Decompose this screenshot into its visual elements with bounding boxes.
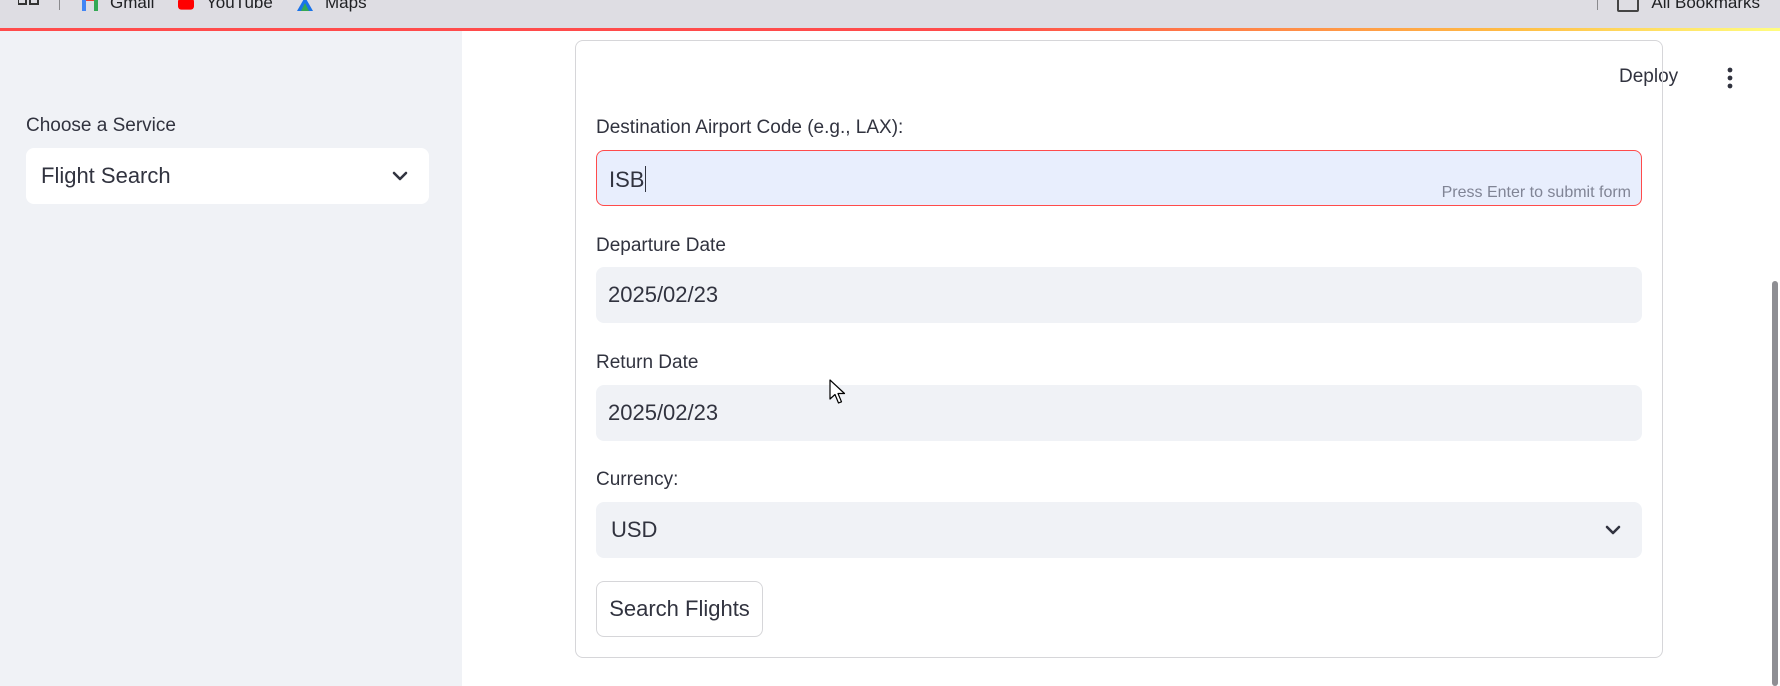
currency-select[interactable]: USD	[596, 502, 1642, 558]
bookmark-label: Maps	[325, 0, 367, 12]
currency-label: Currency:	[596, 469, 679, 490]
page-scrollbar[interactable]	[1772, 281, 1778, 686]
maps-icon	[297, 0, 313, 11]
departure-date-label: Departure Date	[596, 235, 726, 256]
bookmarks-divider	[59, 0, 60, 10]
mouse-cursor-icon	[829, 379, 846, 404]
youtube-icon	[178, 0, 194, 10]
bookmark-label: YouTube	[206, 0, 273, 12]
bookmark-label: Gmail	[110, 0, 155, 12]
service-select-label: Choose a Service	[26, 115, 176, 136]
service-select-value: Flight Search	[41, 163, 171, 188]
return-date-label: Return Date	[596, 352, 699, 373]
bookmarks-bar: Gmail YouTube Maps All Bookmarks	[0, 0, 1780, 28]
service-select[interactable]: Flight Search	[26, 148, 429, 204]
departure-date-input[interactable]: 2025/02/23	[596, 267, 1642, 323]
bookmark-youtube[interactable]: YouTube	[178, 0, 273, 13]
apps-grid-icon[interactable]	[18, 0, 40, 8]
bookmark-maps[interactable]: Maps	[297, 0, 367, 13]
kebab-menu-icon[interactable]	[1720, 66, 1740, 90]
return-date-input[interactable]: 2025/02/23	[596, 385, 1642, 441]
currency-value: USD	[611, 517, 658, 542]
departure-date-value: 2025/02/23	[608, 282, 719, 307]
destination-input[interactable]: ISB Press Enter to submit form	[596, 150, 1642, 206]
bookmarks-divider	[1597, 0, 1598, 10]
bookmark-gmail[interactable]: Gmail	[82, 0, 154, 13]
destination-label: Destination Airport Code (e.g., LAX):	[596, 117, 904, 138]
search-flights-button[interactable]: Search Flights	[596, 581, 763, 637]
bookmarks-folder-icon	[1617, 0, 1640, 12]
return-date-value: 2025/02/23	[608, 400, 719, 425]
all-bookmarks-button[interactable]: All Bookmarks	[1617, 0, 1760, 13]
submit-hint: Press Enter to submit form	[1441, 184, 1631, 201]
chevron-down-icon	[392, 171, 408, 181]
destination-value: ISB	[609, 167, 645, 192]
chevron-down-icon	[1605, 525, 1621, 535]
gmail-icon	[82, 0, 98, 11]
all-bookmarks-label: All Bookmarks	[1651, 0, 1760, 12]
